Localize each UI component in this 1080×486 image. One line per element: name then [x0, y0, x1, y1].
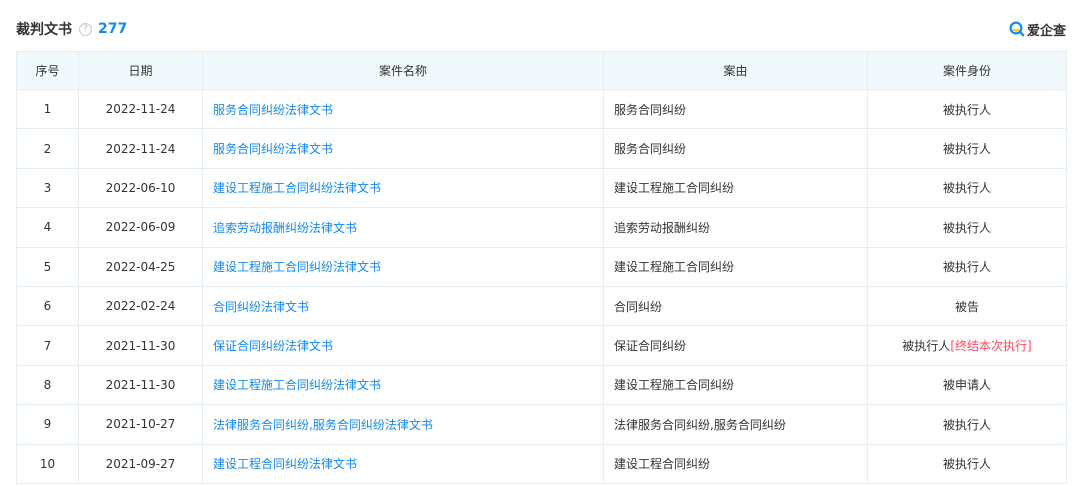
- row-index: 9: [16, 404, 79, 445]
- case-role: 被执行人: [942, 181, 991, 196]
- case-name-link[interactable]: 建设工程施工合同纠纷法律文书: [213, 378, 381, 392]
- case-name-link[interactable]: 建设工程施工合同纠纷法律文书: [213, 181, 381, 195]
- section-header: 裁判文书 ? 277 爱企查: [16, 18, 1066, 40]
- row-date: 2022-02-24: [78, 285, 203, 327]
- table-row: 1 2022-11-24 服务合同纠纷法律文书 服务合同纠纷 被执行人: [16, 88, 1067, 130]
- column-header-index: 序号: [16, 51, 79, 90]
- case-name-link[interactable]: 建设工程合同纠纷法律文书: [213, 457, 357, 471]
- case-cause: 建设工程合同纠纷: [603, 443, 868, 484]
- row-date: 2022-06-10: [78, 167, 203, 209]
- column-header-role: 案件身份: [867, 51, 1067, 90]
- table-row: 8 2021-11-30 建设工程施工合同纠纷法律文书 建设工程施工合同纠纷 被…: [16, 364, 1067, 406]
- case-cause: 法律服务合同纠纷,服务合同纠纷: [603, 404, 868, 445]
- case-name-link[interactable]: 服务合同纠纷法律文书: [213, 142, 333, 156]
- row-date: 2021-11-30: [78, 364, 203, 406]
- table-header-row: 序号 日期 案件名称 案由 案件身份: [16, 51, 1067, 90]
- table-row: 4 2022-06-09 追索劳动报酬纠纷法律文书 追索劳动报酬纠纷 被执行人: [16, 207, 1067, 248]
- brand-name: 爱企查: [1026, 23, 1066, 39]
- case-cause: 服务合同纠纷: [603, 88, 868, 130]
- case-name-link[interactable]: 合同纠纷法律文书: [213, 300, 309, 314]
- row-index: 8: [16, 364, 79, 406]
- case-status: [终结本次执行]: [950, 339, 1032, 354]
- table-row: 2 2022-11-24 服务合同纠纷法律文书 服务合同纠纷 被执行人: [16, 128, 1067, 169]
- case-cause: 建设工程施工合同纠纷: [603, 246, 868, 287]
- column-header-date: 日期: [78, 51, 203, 90]
- case-role: 被执行人: [942, 417, 991, 432]
- table-row: 7 2021-11-30 保证合同纠纷法律文书 保证合同纠纷 被执行人[终结本次…: [16, 325, 1067, 366]
- table-row: 3 2022-06-10 建设工程施工合同纠纷法律文书 建设工程施工合同纠纷 被…: [16, 167, 1067, 209]
- case-role: 被申请人: [942, 378, 991, 393]
- table-row: 9 2021-10-27 法律服务合同纠纷,服务合同纠纷法律文书 法律服务合同纠…: [16, 404, 1067, 445]
- row-index: 5: [16, 246, 79, 287]
- column-header-cause: 案由: [603, 51, 868, 90]
- case-cause: 建设工程施工合同纠纷: [603, 167, 868, 209]
- row-index: 6: [16, 285, 79, 327]
- case-cause: 保证合同纠纷: [603, 325, 868, 366]
- section-title: 裁判文书: [16, 22, 72, 38]
- row-index: 3: [16, 167, 79, 209]
- case-name-link[interactable]: 服务合同纠纷法律文书: [213, 103, 333, 117]
- row-date: 2021-11-30: [78, 325, 203, 366]
- case-name-link[interactable]: 建设工程施工合同纠纷法律文书: [213, 260, 381, 274]
- row-index: 10: [16, 443, 79, 484]
- row-date: 2022-06-09: [78, 207, 203, 248]
- document-count: 277: [98, 21, 128, 37]
- table-row: 10 2021-09-27 建设工程合同纠纷法律文书 建设工程合同纠纷 被执行人: [16, 443, 1067, 484]
- table-row: 5 2022-04-25 建设工程施工合同纠纷法律文书 建设工程施工合同纠纷 被…: [16, 246, 1067, 287]
- case-cause: 合同纠纷: [603, 285, 868, 327]
- case-cause: 服务合同纠纷: [603, 128, 868, 169]
- row-date: 2022-11-24: [78, 88, 203, 130]
- help-icon[interactable]: ?: [79, 22, 92, 36]
- row-index: 1: [16, 88, 79, 130]
- row-date: 2022-11-24: [78, 128, 203, 169]
- case-role: 被执行人: [942, 102, 991, 117]
- case-role: 被执行人: [942, 457, 991, 472]
- search-brand-icon: [1009, 21, 1025, 37]
- row-index: 4: [16, 207, 79, 248]
- case-name-link[interactable]: 追索劳动报酬纠纷法律文书: [213, 221, 357, 235]
- case-role: 被执行人: [902, 339, 951, 354]
- table-row: 6 2022-02-24 合同纠纷法律文书 合同纠纷 被告: [16, 285, 1067, 327]
- row-index: 7: [16, 325, 79, 366]
- case-cause: 追索劳动报酬纠纷: [603, 207, 868, 248]
- case-name-link[interactable]: 保证合同纠纷法律文书: [213, 339, 333, 353]
- case-role: 被告: [954, 299, 979, 314]
- row-date: 2021-09-27: [78, 443, 203, 484]
- case-role: 被执行人: [942, 142, 991, 157]
- row-date: 2021-10-27: [78, 404, 203, 445]
- row-date: 2022-04-25: [78, 246, 203, 287]
- column-header-case-name: 案件名称: [202, 51, 604, 90]
- judgment-documents-table: 序号 日期 案件名称 案由 案件身份 1 2022-11-24 服务合同纠纷法律…: [16, 51, 1067, 484]
- case-role: 被执行人: [942, 220, 991, 235]
- row-index: 2: [16, 128, 79, 169]
- case-cause: 建设工程施工合同纠纷: [603, 364, 868, 406]
- brand-logo: 爱企查: [1009, 20, 1066, 39]
- case-name-link[interactable]: 法律服务合同纠纷,服务合同纠纷法律文书: [213, 418, 433, 432]
- case-role: 被执行人: [942, 260, 991, 275]
